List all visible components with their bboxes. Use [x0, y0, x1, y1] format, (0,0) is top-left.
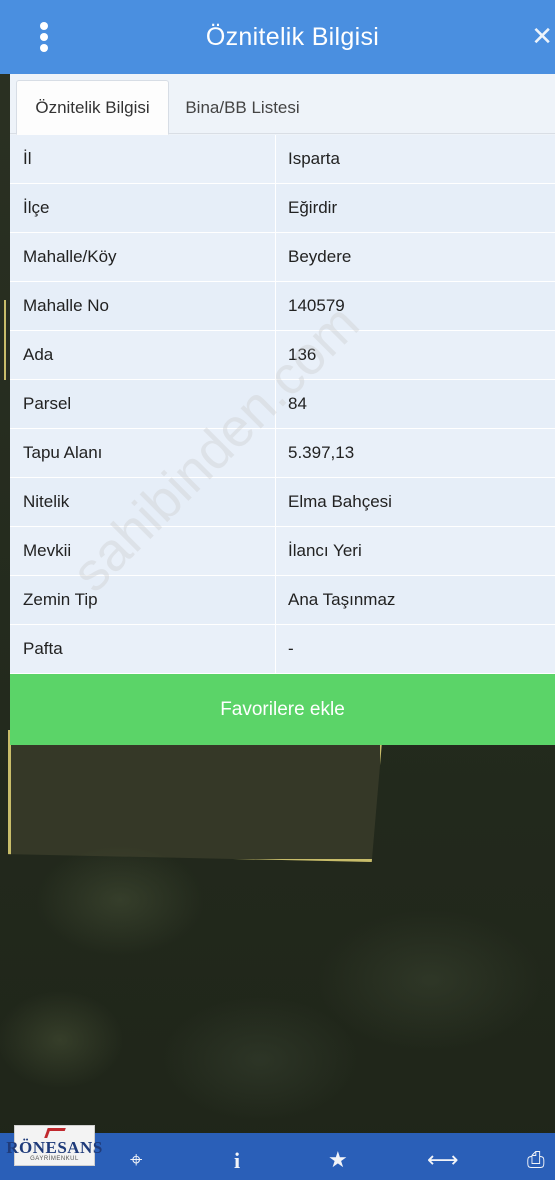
tab-attribute-info[interactable]: Öznitelik Bilgisi: [16, 80, 169, 135]
attribute-key: İl: [10, 135, 276, 183]
table-row: Mahalle/Köy Beydere: [10, 233, 555, 282]
tab-building-list[interactable]: Bina/BB Listesi: [175, 80, 310, 135]
logo-mark: [43, 1128, 66, 1138]
attribute-value: 136: [288, 345, 317, 364]
attribute-value: Isparta: [288, 149, 340, 168]
attribute-key: Mahalle/Köy: [10, 233, 276, 281]
attribute-key: Tapu Alanı: [10, 429, 276, 477]
attribute-key: Zemin Tip: [10, 576, 276, 624]
table-row: Pafta -: [10, 625, 555, 674]
attribute-value: Elma Bahçesi: [288, 492, 392, 511]
table-row: Nitelik Elma Bahçesi: [10, 478, 555, 527]
attribute-value: 140579: [288, 296, 345, 315]
logo-text: RÖNESANS: [6, 1138, 103, 1157]
logo-subtext: GAYRİMENKUL: [30, 1156, 79, 1162]
attribute-panel: Öznitelik Bilgisi Bina/BB Listesi İl Isp…: [10, 74, 555, 674]
table-row: Ada 136: [10, 331, 555, 380]
attribute-key: Nitelik: [10, 478, 276, 526]
table-row: Mevkii İlancı Yeri: [10, 527, 555, 576]
add-to-favorites-button[interactable]: Favorilere ekle: [10, 674, 555, 745]
table-row: Tapu Alanı 5.397,13: [10, 429, 555, 478]
parcel-boundary-left: [0, 300, 6, 380]
print-icon[interactable]: ⎙: [527, 1150, 545, 1172]
info-icon[interactable]: i: [234, 1150, 240, 1172]
table-row: Zemin Tip Ana Taşınmaz: [10, 576, 555, 625]
attribute-key: İlçe: [10, 184, 276, 232]
dialog-header: Öznitelik Bilgisi ✕: [0, 0, 555, 74]
attribute-value: İlancı Yeri: [288, 541, 362, 560]
attribute-value: -: [288, 639, 294, 658]
tab-bar: Öznitelik Bilgisi Bina/BB Listesi: [10, 74, 555, 135]
horizontal-arrows-icon[interactable]: ⟷: [427, 1150, 459, 1172]
attribute-value: Beydere: [288, 247, 352, 266]
table-row: Mahalle No 140579: [10, 282, 555, 331]
attribute-key: Pafta: [10, 625, 276, 673]
crosshair-icon[interactable]: ⌖: [130, 1150, 142, 1172]
attribute-value: 84: [288, 394, 307, 413]
table-row: İl Isparta: [10, 135, 555, 184]
attribute-table: İl Isparta İlçe Eğirdir Mahalle/Köy Beyd…: [10, 135, 555, 674]
vertical-dots-icon[interactable]: [34, 22, 54, 52]
attribute-value: Ana Taşınmaz: [288, 590, 396, 609]
attribute-value: 5.397,13: [288, 443, 355, 462]
company-logo: RÖNESANS GAYRİMENKUL: [6, 1125, 102, 1166]
attribute-key: Parsel: [10, 380, 276, 428]
star-icon[interactable]: ★: [328, 1150, 348, 1172]
dialog-title: Öznitelik Bilgisi: [205, 22, 380, 51]
attribute-key: Mevkii: [10, 527, 276, 575]
attribute-key: Ada: [10, 331, 276, 379]
table-row: Parsel 84: [10, 380, 555, 429]
attribute-key: Mahalle No: [10, 282, 276, 330]
table-row: İlçe Eğirdir: [10, 184, 555, 233]
close-icon[interactable]: ✕: [531, 24, 553, 50]
parcel-boundary[interactable]: [8, 730, 383, 862]
attribute-value: Eğirdir: [288, 198, 338, 217]
